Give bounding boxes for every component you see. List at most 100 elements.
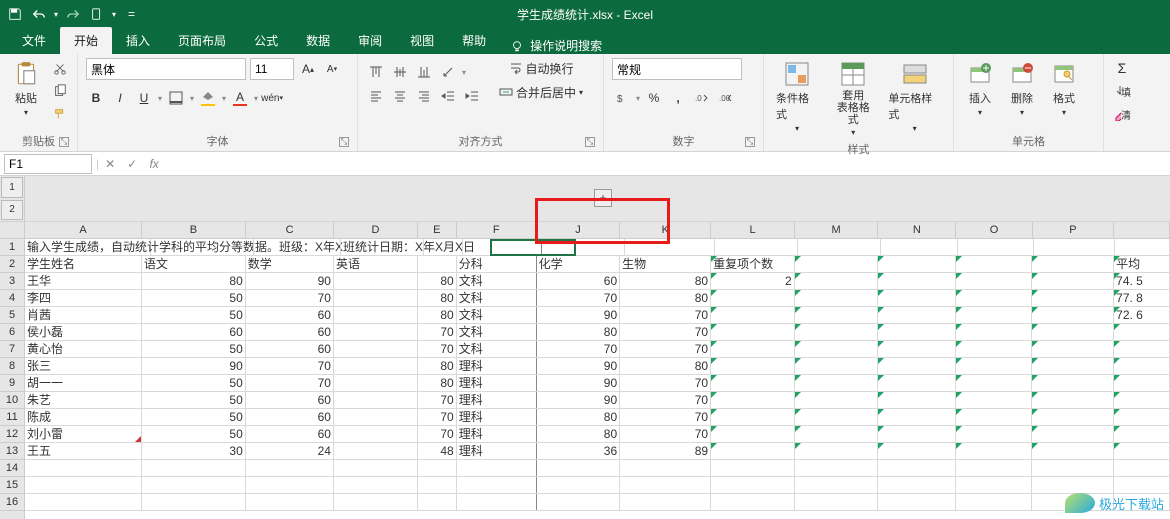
cell[interactable] [620, 494, 711, 510]
spreadsheet-grid[interactable]: 12345678910111213141516 ABCDEFJKLMNOP 输入… [0, 222, 1170, 519]
cell[interactable]: 72. 6 [1114, 307, 1170, 323]
cell[interactable] [956, 290, 1032, 306]
fill-icon[interactable]: 填 [1112, 81, 1132, 101]
cell[interactable]: 理科 [457, 375, 537, 391]
cell[interactable]: 24 [246, 443, 334, 459]
cell[interactable]: 生物 [620, 256, 711, 272]
cell[interactable] [956, 443, 1032, 459]
cell[interactable]: 语文 [142, 256, 246, 272]
cell[interactable]: 80 [142, 273, 246, 289]
cell[interactable] [795, 256, 879, 272]
cell[interactable] [956, 307, 1032, 323]
cell[interactable]: 80 [418, 307, 457, 323]
cell[interactable] [711, 494, 795, 510]
cell[interactable] [1114, 494, 1170, 510]
cell[interactable]: 理科 [457, 409, 537, 425]
cell[interactable]: 2 [711, 273, 795, 289]
row-header-4[interactable]: 4 [0, 290, 24, 307]
row-header-10[interactable]: 10 [0, 392, 24, 409]
cell[interactable] [537, 477, 621, 493]
cell[interactable] [795, 375, 879, 391]
cell[interactable]: 刘小雷 [25, 426, 142, 442]
cell[interactable] [1032, 409, 1114, 425]
cell[interactable]: 文科 [457, 307, 537, 323]
cell[interactable] [1114, 443, 1170, 459]
cell[interactable]: 70 [246, 358, 334, 374]
cell[interactable] [711, 477, 795, 493]
formula-input[interactable] [165, 154, 1170, 174]
wrap-text-button[interactable]: 自动换行 [494, 58, 588, 78]
row-header-12[interactable]: 12 [0, 426, 24, 443]
cell[interactable]: 理科 [457, 358, 537, 374]
cell[interactable] [418, 460, 457, 476]
cell[interactable] [956, 409, 1032, 425]
cell[interactable] [711, 358, 795, 374]
row-header-1[interactable]: 1 [0, 239, 24, 256]
cell[interactable]: 理科 [457, 426, 537, 442]
cell[interactable]: 90 [537, 358, 621, 374]
align-right-icon[interactable] [414, 86, 434, 106]
cell[interactable]: 50 [142, 426, 246, 442]
percent-icon[interactable]: % [644, 88, 664, 108]
cell[interactable] [878, 256, 956, 272]
cell[interactable] [711, 426, 795, 442]
cell[interactable]: 数学 [246, 256, 334, 272]
cell[interactable]: 60 [246, 426, 334, 442]
cell[interactable] [1114, 375, 1170, 391]
format-painter-icon[interactable] [50, 104, 70, 124]
cell[interactable] [334, 460, 418, 476]
cell[interactable] [537, 460, 621, 476]
tab-help[interactable]: 帮助 [448, 27, 500, 54]
column-header-O[interactable]: O [956, 222, 1032, 238]
decrease-font-icon[interactable]: A▾ [322, 59, 342, 79]
cell[interactable] [711, 324, 795, 340]
number-format-select[interactable] [612, 58, 742, 80]
cell[interactable]: 30 [142, 443, 246, 459]
cell[interactable] [1032, 307, 1114, 323]
cell[interactable]: 48 [418, 443, 457, 459]
cell[interactable] [795, 341, 879, 357]
cell[interactable]: 70 [537, 290, 621, 306]
outline-level-2[interactable]: 2 [1, 200, 23, 221]
cell[interactable]: 陈成 [25, 409, 142, 425]
cell[interactable]: 70 [620, 307, 711, 323]
cell[interactable] [956, 256, 1032, 272]
cell[interactable]: 60 [246, 341, 334, 357]
merge-center-button[interactable]: 合并后居中 ▾ [494, 82, 588, 102]
cell[interactable] [457, 460, 537, 476]
cell[interactable] [1032, 477, 1114, 493]
confirm-formula-icon[interactable]: ✓ [121, 153, 143, 175]
cell[interactable] [1032, 341, 1114, 357]
accounting-format-icon[interactable]: $ [612, 88, 632, 108]
cell[interactable] [1114, 341, 1170, 357]
insert-cells-button[interactable]: 插入▾ [962, 58, 998, 119]
cell[interactable]: 理科 [457, 392, 537, 408]
cell[interactable] [1032, 460, 1114, 476]
cell[interactable] [25, 460, 142, 476]
cell[interactable] [1114, 426, 1170, 442]
increase-decimal-icon[interactable]: .0 [692, 88, 712, 108]
increase-indent-icon[interactable] [462, 86, 482, 106]
cell[interactable]: 60 [246, 392, 334, 408]
cell[interactable] [418, 477, 457, 493]
column-header-extra[interactable] [1114, 222, 1170, 238]
cell[interactable] [795, 409, 879, 425]
row-header-2[interactable]: 2 [0, 256, 24, 273]
paste-button[interactable]: 粘贴 ▾ [8, 58, 44, 119]
cell[interactable] [711, 341, 795, 357]
column-header-J[interactable]: J [537, 222, 621, 238]
cell[interactable]: 70 [537, 341, 621, 357]
tab-layout[interactable]: 页面布局 [164, 27, 240, 54]
cell[interactable] [956, 375, 1032, 391]
cell[interactable] [958, 239, 1034, 255]
cell[interactable] [1032, 494, 1114, 510]
cell[interactable] [956, 341, 1032, 357]
row-header-16[interactable]: 16 [0, 494, 24, 511]
cell[interactable] [878, 460, 956, 476]
cell[interactable] [795, 307, 879, 323]
cell[interactable]: 英语 [334, 256, 418, 272]
font-size-select[interactable] [250, 58, 294, 80]
column-header-K[interactable]: K [620, 222, 711, 238]
cell[interactable] [1114, 392, 1170, 408]
cell[interactable] [881, 239, 958, 255]
